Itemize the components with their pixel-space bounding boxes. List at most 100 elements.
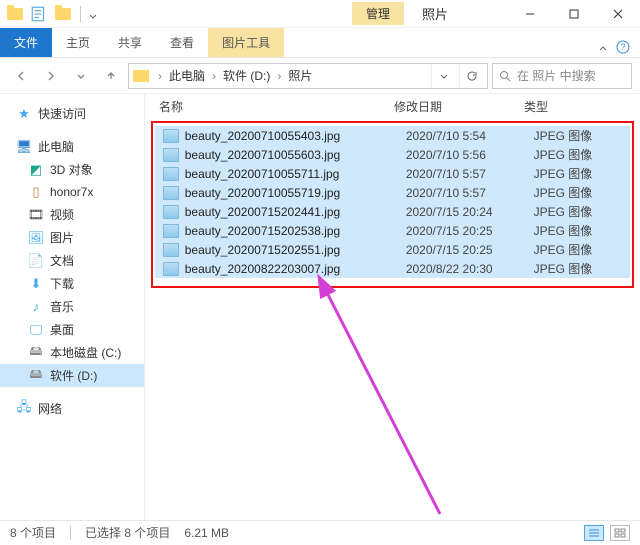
sidebar-item-pictures[interactable]: 🖼图片	[0, 226, 144, 249]
navigation-pane: ★快速访问 🖥 此电脑 ◩ 3D 对象 ▯honor7x 🎞视频 🖼图片 📄文档 ⬇…	[0, 94, 145, 520]
sidebar-item-disk-c[interactable]: 🖴 本地磁盘 (C:)	[0, 341, 144, 364]
download-icon: ⬇	[28, 276, 44, 292]
folder-icon[interactable]	[6, 5, 24, 23]
sidebar-item-label: 3D 对象	[50, 161, 93, 178]
tab-picture-tools[interactable]: 图片工具	[208, 28, 284, 57]
sidebar-item-label: 软件 (D:)	[50, 367, 97, 384]
sidebar-item-network[interactable]: 🖧网络	[0, 397, 144, 420]
file-date: 2020/7/15 20:25	[406, 243, 534, 257]
sidebar-item-disk-d[interactable]: 🖴 软件 (D:)	[0, 364, 144, 387]
minimize-button[interactable]	[508, 0, 552, 28]
sidebar-item-phone[interactable]: ▯honor7x	[0, 181, 144, 203]
sidebar-item-label: 桌面	[50, 321, 74, 338]
chevron-right-icon[interactable]: ›	[155, 69, 165, 83]
folder-icon	[133, 70, 149, 82]
file-name: beauty_20200710055603.jpg	[185, 148, 406, 162]
sidebar-item-music[interactable]: ♪音乐	[0, 295, 144, 318]
sidebar-item-this-pc[interactable]: 🖥 此电脑	[0, 135, 144, 158]
view-details-button[interactable]	[584, 525, 604, 541]
table-row[interactable]: beauty_20200710055719.jpg2020/7/10 5:57J…	[155, 183, 630, 202]
chevron-right-icon[interactable]: ›	[209, 69, 219, 83]
maximize-button[interactable]	[552, 0, 596, 28]
file-date: 2020/7/10 5:57	[406, 186, 534, 200]
back-button[interactable]	[8, 63, 34, 89]
image-file-icon	[163, 186, 179, 200]
file-date: 2020/8/22 20:30	[406, 262, 534, 276]
table-row[interactable]: beauty_20200715202551.jpg2020/7/15 20:25…	[155, 240, 630, 259]
disk-icon: 🖴	[28, 368, 44, 384]
file-date: 2020/7/10 5:54	[406, 129, 534, 143]
column-date[interactable]: 修改日期	[394, 98, 524, 115]
sidebar-item-documents[interactable]: 📄文档	[0, 249, 144, 272]
file-date: 2020/7/10 5:57	[406, 167, 534, 181]
new-folder-icon[interactable]	[54, 5, 72, 23]
view-thumbnails-button[interactable]	[610, 525, 630, 541]
title-bar: 管理 照片	[0, 0, 640, 28]
context-tab-manage[interactable]: 管理	[352, 2, 404, 25]
file-name: beauty_20200822203007.jpg	[185, 262, 406, 276]
status-bar: 8 个项目 已选择 8 个项目 6.21 MB	[0, 520, 640, 544]
network-icon: 🖧	[16, 401, 32, 417]
search-icon	[499, 70, 511, 82]
up-button[interactable]	[98, 63, 124, 89]
cube-icon: ◩	[28, 162, 44, 178]
sidebar-item-quick-access[interactable]: ★快速访问	[0, 102, 144, 125]
search-box[interactable]: 在 照片 中搜索	[492, 63, 632, 89]
image-file-icon	[163, 224, 179, 238]
navigation-bar: › 此电脑 › 软件 (D:) › 照片 在 照片 中搜索	[0, 58, 640, 94]
sidebar-item-label: 下载	[50, 275, 74, 292]
forward-button[interactable]	[38, 63, 64, 89]
phone-icon: ▯	[28, 184, 44, 200]
breadcrumb[interactable]: 软件 (D:)	[221, 65, 272, 86]
file-date: 2020/7/15 20:24	[406, 205, 534, 219]
status-count: 8 个项目	[10, 524, 56, 541]
table-row[interactable]: beauty_20200710055603.jpg2020/7/10 5:56J…	[155, 145, 630, 164]
close-button[interactable]	[596, 0, 640, 28]
table-row[interactable]: beauty_20200710055403.jpg2020/7/10 5:54J…	[155, 126, 630, 145]
help-icon[interactable]: ?	[616, 40, 630, 57]
file-date: 2020/7/10 5:56	[406, 148, 534, 162]
sidebar-item-label: 音乐	[50, 298, 74, 315]
column-headers[interactable]: 名称 修改日期 类型	[145, 94, 640, 119]
table-row[interactable]: beauty_20200822203007.jpg2020/8/22 20:30…	[155, 259, 630, 278]
highlight-box: beauty_20200710055403.jpg2020/7/10 5:54 J…	[151, 121, 634, 288]
address-dropdown-icon[interactable]	[431, 64, 455, 88]
ribbon-expand-icon[interactable]	[598, 42, 608, 56]
file-menu[interactable]: 文件	[0, 28, 52, 57]
tab-share[interactable]: 共享	[104, 28, 156, 57]
table-row[interactable]: beauty_20200710055711.jpg2020/7/10 5:57J…	[155, 164, 630, 183]
image-file-icon	[163, 167, 179, 181]
sidebar-item-videos[interactable]: 🎞视频	[0, 203, 144, 226]
file-name: beauty_20200710055711.jpg	[185, 167, 406, 181]
address-bar[interactable]: › 此电脑 › 软件 (D:) › 照片	[128, 63, 488, 89]
sidebar-item-desktop[interactable]: 🖵桌面	[0, 318, 144, 341]
sidebar-item-label: 此电脑	[38, 138, 74, 155]
tab-view[interactable]: 查看	[156, 28, 208, 57]
image-file-icon	[163, 243, 179, 257]
refresh-button[interactable]	[459, 64, 483, 88]
sidebar-item-label: 本地磁盘 (C:)	[50, 344, 121, 361]
separator	[80, 6, 81, 22]
disk-icon: 🖴	[28, 345, 44, 361]
table-row[interactable]: beauty_20200715202538.jpg2020/7/15 20:25…	[155, 221, 630, 240]
chevron-right-icon[interactable]: ›	[274, 69, 284, 83]
breadcrumb[interactable]: 照片	[286, 65, 314, 86]
column-type[interactable]: 类型	[524, 98, 614, 115]
tab-home[interactable]: 主页	[52, 28, 104, 57]
sidebar-item-label: 快速访问	[38, 105, 86, 122]
properties-icon[interactable]	[30, 5, 48, 23]
column-name[interactable]: 名称	[159, 98, 394, 115]
image-file-icon	[163, 205, 179, 219]
file-type: JPEG 图像	[534, 203, 622, 220]
recent-dropdown-icon[interactable]	[68, 63, 94, 89]
file-type: JPEG 图像	[534, 260, 622, 277]
sidebar-item-downloads[interactable]: ⬇ 下载	[0, 272, 144, 295]
file-name: beauty_20200710055403.jpg	[185, 129, 406, 143]
computer-icon: 🖥	[16, 139, 32, 155]
chevron-down-icon[interactable]	[89, 10, 97, 18]
breadcrumb[interactable]: 此电脑	[167, 65, 207, 86]
status-selection: 已选择 8 个项目	[85, 524, 170, 541]
sidebar-item-label: 文档	[50, 252, 74, 269]
sidebar-item-3d[interactable]: ◩ 3D 对象	[0, 158, 144, 181]
table-row[interactable]: beauty_20200715202441.jpg2020/7/15 20:24…	[155, 202, 630, 221]
